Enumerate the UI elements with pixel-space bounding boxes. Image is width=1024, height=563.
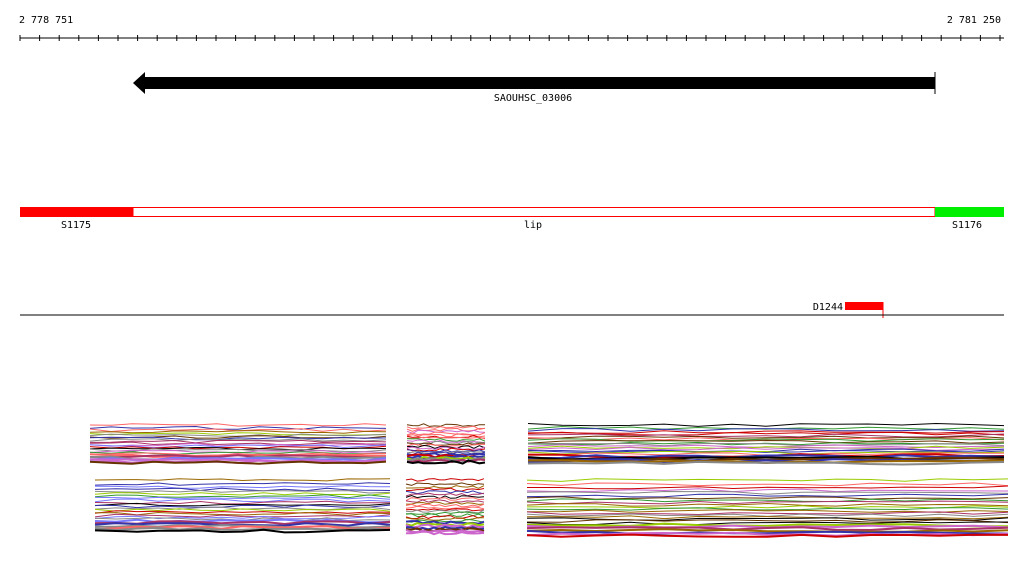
- expression-line: [94, 510, 391, 514]
- segment-s1176[interactable]: [935, 207, 1004, 217]
- coordinate-ruler: 2 778 751 2 781 250: [19, 15, 1004, 41]
- gene-track[interactable]: SAOUHSC_03006: [133, 72, 936, 104]
- ruler-start-label: 2 778 751: [19, 15, 73, 26]
- gene-label: SAOUHSC_03006: [494, 93, 572, 104]
- expression-block: [94, 478, 391, 534]
- expression-line: [527, 460, 1005, 466]
- expression-block: [526, 478, 1009, 538]
- expression-line: [527, 485, 1009, 490]
- segment-s1175-label: S1175: [61, 220, 91, 231]
- expression-line: [94, 478, 391, 482]
- genome-browser-view: 2 778 751 2 781 250 SAOUHSC_03006 S1175 …: [0, 0, 1024, 559]
- expression-profiles: [89, 422, 1009, 538]
- segment-s1176-label: S1176: [952, 220, 982, 231]
- expression-line: [94, 485, 391, 489]
- gene-arrow[interactable]: [133, 72, 935, 94]
- expression-block: [527, 422, 1005, 466]
- marker-d1244[interactable]: [845, 302, 883, 310]
- expression-line: [526, 478, 1009, 482]
- segment-lip-label: lip: [524, 220, 542, 231]
- marker-track: D1244: [20, 302, 1004, 318]
- ruler-end-label: 2 781 250: [947, 15, 1001, 26]
- expression-line: [406, 485, 485, 489]
- genome-track-canvas: 2 778 751 2 781 250 SAOUHSC_03006 S1175 …: [19, 15, 1009, 538]
- expression-line: [94, 489, 391, 494]
- expression-line: [405, 482, 485, 486]
- expression-line: [94, 498, 391, 503]
- expression-line: [94, 508, 391, 512]
- expression-line: [406, 501, 485, 505]
- expression-line: [405, 497, 484, 502]
- expression-block: [406, 423, 486, 465]
- expression-line: [526, 490, 1009, 495]
- expression-line: [405, 478, 485, 482]
- expression-line: [526, 521, 1009, 526]
- expression-block: [405, 478, 485, 536]
- expression-line: [89, 425, 387, 430]
- segment-s1175[interactable]: [20, 207, 133, 217]
- expression-line: [406, 431, 486, 436]
- expression-line: [94, 482, 391, 486]
- expression-line: [526, 482, 1009, 487]
- expression-line: [526, 496, 1009, 500]
- marker-label: D1244: [813, 302, 843, 313]
- expression-line: [526, 502, 1009, 507]
- expression-line: [527, 430, 1005, 434]
- expression-line: [89, 423, 387, 427]
- expression-line: [527, 422, 1005, 427]
- expression-line: [526, 513, 1009, 517]
- expression-block: [89, 423, 387, 465]
- segment-lip[interactable]: [132, 207, 936, 217]
- expression-line: [405, 490, 485, 495]
- segment-track: S1175 lip S1176: [20, 207, 1004, 231]
